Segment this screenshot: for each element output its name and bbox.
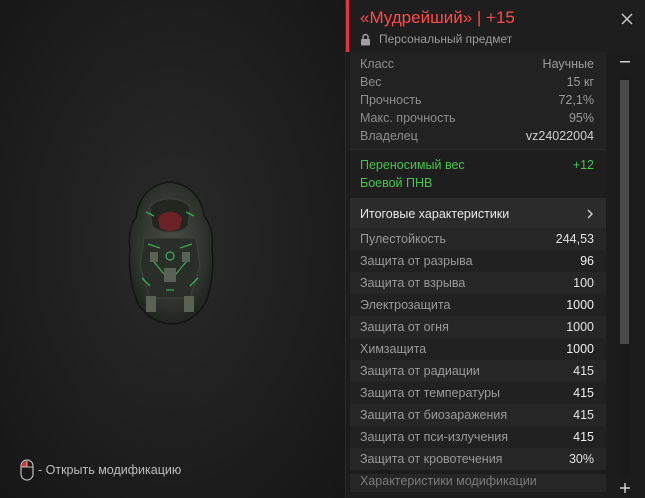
- stat-label: Химзащита: [360, 342, 427, 356]
- stat-label: Защита от кровотечения: [360, 452, 503, 466]
- stats-list: Пулестойкость 244,53 Защита от разрыва 96 …: [350, 228, 606, 470]
- info-row-class: Класс Научные: [350, 55, 606, 73]
- header-accent: [346, 0, 349, 52]
- item-subtitle: Персональный предмет: [360, 32, 512, 46]
- stat-value: 1000: [566, 320, 594, 334]
- stat-label: Защита от биозаражения: [360, 408, 508, 422]
- info-label: Прочность: [360, 93, 422, 107]
- stat-row: Защита от биозаражения 415: [350, 404, 606, 426]
- info-value: Научные: [542, 57, 594, 71]
- section-title: Характеристики модификации: [360, 474, 537, 488]
- bonus-row-nightvision: Боевой ПНВ: [350, 174, 606, 192]
- info-value: vz24022004: [525, 129, 594, 143]
- stat-row: Защита от взрыва 100: [350, 272, 606, 294]
- stat-label: Защита от радиации: [360, 364, 480, 378]
- stat-value: 30%: [568, 452, 594, 466]
- stat-row: Пулестойкость 244,53: [350, 228, 606, 250]
- stat-value: 1000: [566, 298, 594, 312]
- stat-row: Защита от радиации 415: [350, 360, 606, 382]
- stat-value: 1000: [566, 342, 594, 356]
- stat-label: Пулестойкость: [360, 232, 447, 246]
- info-label: Класс: [360, 57, 395, 71]
- info-row-owner: Владелец vz24022004: [350, 127, 606, 145]
- info-value: 72,1%: [558, 93, 594, 107]
- stat-row: Защита от кровотечения 30%: [350, 448, 606, 470]
- bonus-row-carry-weight: Переносимый вес +12: [350, 156, 606, 174]
- stat-value: 96: [580, 254, 594, 268]
- bonus-block: Переносимый вес +12 Боевой ПНВ: [350, 150, 606, 199]
- stat-label: Электрозащита: [360, 298, 451, 312]
- info-value: 95%: [568, 111, 594, 125]
- info-block: Класс Научные Вес 15 кг Прочность 72,1% Мак…: [350, 52, 606, 150]
- scroll-down-button[interactable]: [617, 482, 633, 494]
- open-mod-hint: - Открыть модификацию: [20, 458, 181, 482]
- stat-value: 415: [573, 408, 594, 422]
- subtitle-text: Персональный предмет: [379, 32, 513, 46]
- scrollbar[interactable]: [616, 56, 634, 496]
- panel-header: «Мудрейший» | +15 Персональный предмет: [346, 0, 645, 52]
- scroll-thumb[interactable]: [620, 80, 629, 344]
- info-value: 15 кг: [566, 75, 594, 89]
- stat-label: Защита от огня: [360, 320, 449, 334]
- panel-content[interactable]: Класс Научные Вес 15 кг Прочность 72,1% Мак…: [350, 52, 606, 498]
- info-label: Вес: [360, 75, 382, 89]
- bonus-label: Переносимый вес: [360, 158, 465, 172]
- info-row-weight: Вес 15 кг: [350, 73, 606, 91]
- item-title: «Мудрейший» | +15: [360, 8, 515, 27]
- bonus-label: Боевой ПНВ: [360, 176, 433, 190]
- stat-label: Защита от взрыва: [360, 276, 466, 290]
- stat-row: Защита от огня 1000: [350, 316, 606, 338]
- item-preview-area: - Открыть модификацию: [0, 0, 345, 498]
- scroll-up-button[interactable]: [617, 56, 633, 68]
- chevron-right-icon: [587, 209, 593, 218]
- bonus-value: +12: [572, 158, 594, 172]
- info-row-durability: Прочность 72,1%: [350, 91, 606, 109]
- section-title: Итоговые характеристики: [360, 206, 510, 221]
- stat-value: 415: [573, 364, 594, 378]
- item-info-panel: «Мудрейший» | +15 Персональный предмет К…: [345, 0, 645, 498]
- mod-section-header[interactable]: Характеристики модификации: [350, 474, 606, 492]
- info-row-max-durability: Макс. прочность 95%: [350, 109, 606, 127]
- stat-value: 415: [573, 386, 594, 400]
- minus-icon: [620, 61, 630, 63]
- stat-row: Химзащита 1000: [350, 338, 606, 360]
- stat-value: 100: [573, 276, 594, 290]
- close-icon[interactable]: [620, 12, 634, 26]
- summary-section-header[interactable]: Итоговые характеристики: [350, 199, 606, 228]
- stat-row: Защита от пси-излучения 415: [350, 426, 606, 448]
- stat-value: 244,53: [555, 232, 594, 246]
- hint-text: - Открыть модификацию: [38, 463, 182, 477]
- stat-label: Защита от разрыва: [360, 254, 473, 268]
- stat-value: 415: [573, 430, 594, 444]
- stat-label: Защита от температуры: [360, 386, 501, 400]
- info-label: Макс. прочность: [360, 111, 456, 125]
- stat-row: Электрозащита 1000: [350, 294, 606, 316]
- plus-icon: [620, 483, 630, 493]
- stat-row: Защита от температуры 415: [350, 382, 606, 404]
- lock-icon: [361, 33, 370, 45]
- stat-row: Защита от разрыва 96: [350, 250, 606, 272]
- stat-label: Защита от пси-излучения: [360, 430, 509, 444]
- armor-image: [128, 181, 214, 325]
- mouse-left-click-icon: [20, 459, 34, 481]
- info-label: Владелец: [360, 129, 418, 143]
